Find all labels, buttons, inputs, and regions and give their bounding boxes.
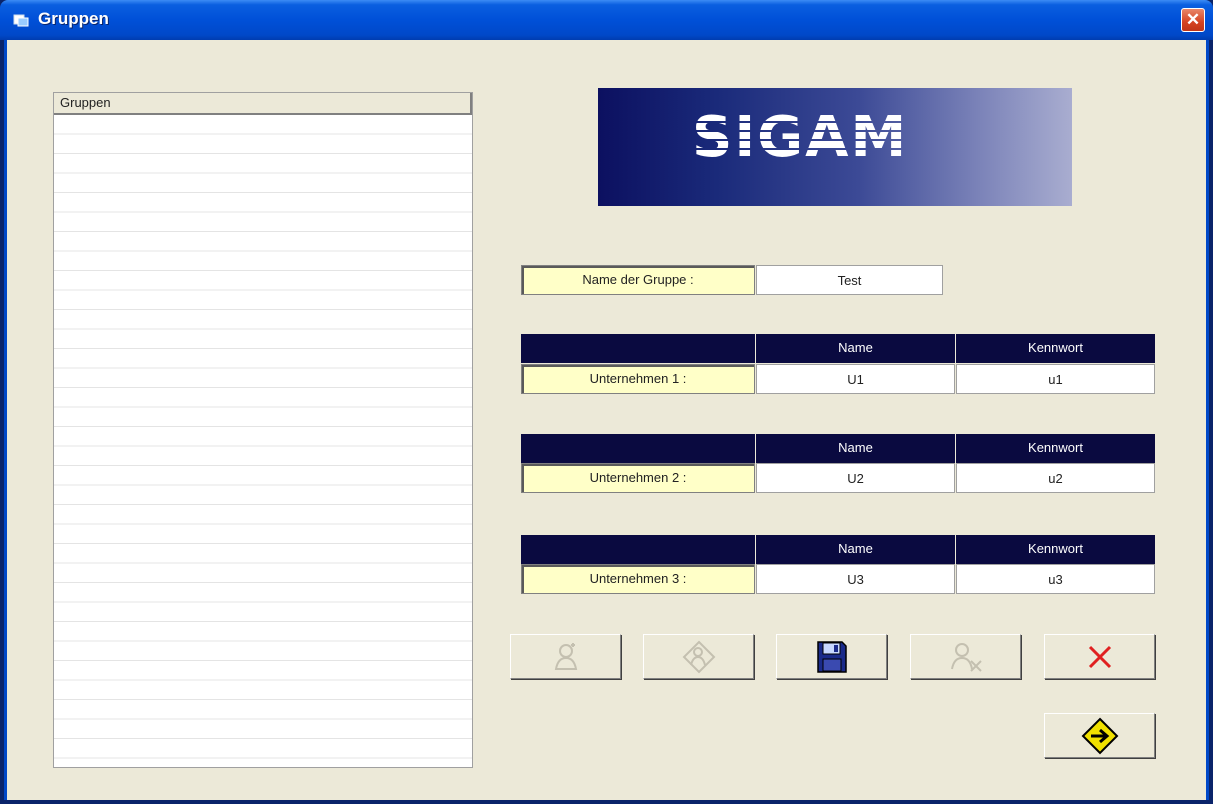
groups-list[interactable]: Gruppen <box>53 92 473 768</box>
add-user-icon <box>554 642 577 670</box>
company-2-password-header: Kennwort <box>956 434 1155 463</box>
groups-list-header[interactable]: Gruppen <box>54 93 472 115</box>
edit-user-icon <box>682 640 715 673</box>
company-3-password-header: Kennwort <box>956 535 1155 564</box>
add-group-button[interactable] <box>510 634 621 679</box>
company-3-label: Unternehmen 3 : <box>521 564 755 594</box>
continue-button[interactable] <box>1044 713 1155 758</box>
gruppen-window: Gruppen ✕ Gruppen SIGAM Name der Gruppe … <box>0 0 1213 804</box>
edit-group-button[interactable] <box>643 634 754 679</box>
close-window-button[interactable]: ✕ <box>1181 8 1205 32</box>
save-button[interactable] <box>776 634 887 679</box>
company-2-name-input[interactable]: U2 <box>756 463 955 493</box>
company-1-password-header: Kennwort <box>956 334 1155 363</box>
cancel-button[interactable] <box>1044 634 1155 679</box>
close-icon: ✕ <box>1185 10 1201 29</box>
company-2-header-blank <box>521 434 755 463</box>
company-1-name-header: Name <box>756 334 955 363</box>
window-title: Gruppen <box>38 9 109 28</box>
delete-group-button[interactable] <box>910 634 1021 679</box>
delete-user-icon <box>950 642 982 672</box>
company-2-label: Unternehmen 2 : <box>521 463 755 493</box>
company-1-label: Unternehmen 1 : <box>521 364 755 394</box>
next-arrow-icon <box>1081 717 1118 754</box>
sigam-logo: SIGAM <box>598 88 1072 206</box>
window-icon <box>13 14 29 27</box>
group-name-label: Name der Gruppe : <box>521 265 755 295</box>
company-1-password-input[interactable]: u1 <box>956 364 1155 394</box>
floppy-disk-icon <box>816 640 847 673</box>
company-1-name-input[interactable]: U1 <box>756 364 955 394</box>
groups-list-rows[interactable] <box>54 115 472 767</box>
close-x-icon <box>1088 645 1111 668</box>
logo-text: SIGAM <box>692 105 909 170</box>
company-3-name-header: Name <box>756 535 955 564</box>
company-2-name-header: Name <box>756 434 955 463</box>
company-3-header-blank <box>521 535 755 564</box>
company-1-header-blank <box>521 334 755 363</box>
group-name-input[interactable]: Test <box>756 265 943 295</box>
company-3-password-input[interactable]: u3 <box>956 564 1155 594</box>
company-3-name-input[interactable]: U3 <box>756 564 955 594</box>
company-2-password-input[interactable]: u2 <box>956 463 1155 493</box>
title-bar[interactable]: Gruppen ✕ <box>0 0 1213 40</box>
